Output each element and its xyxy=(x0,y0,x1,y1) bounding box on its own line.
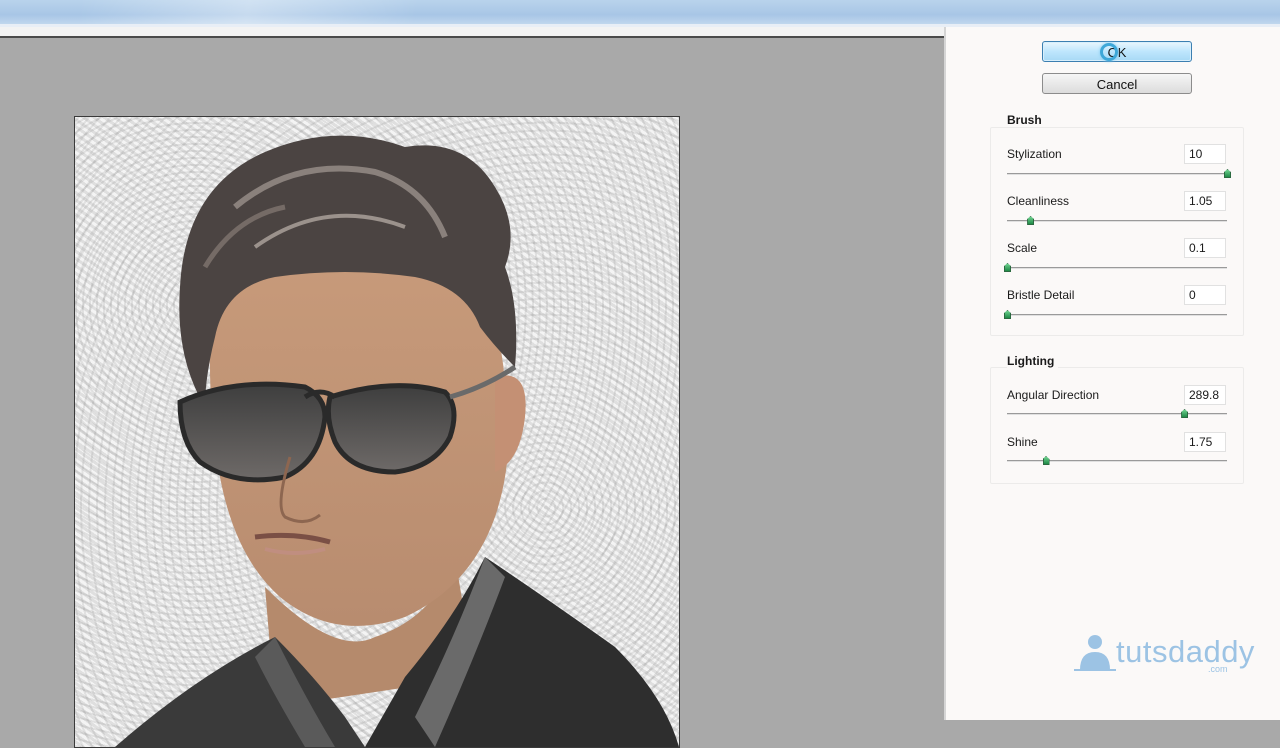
scale-value-field[interactable]: 0.1 xyxy=(1184,238,1226,258)
preview-area[interactable] xyxy=(0,38,944,748)
shine-value-field[interactable]: 1.75 xyxy=(1184,432,1226,452)
dialog-top-frame xyxy=(0,27,948,38)
oil-paint-preview-image[interactable] xyxy=(74,116,680,748)
person-logo-icon xyxy=(1074,635,1116,671)
portrait-illustration xyxy=(115,135,679,747)
logo-suffix-text: .com xyxy=(1208,664,1228,674)
angular-direction-value-field[interactable]: 289.8 xyxy=(1184,385,1226,405)
cleanliness-slider-track[interactable] xyxy=(1007,216,1227,225)
filter-settings-panel: OK Cancel Brush Stylization 10 Cleanline… xyxy=(946,27,1280,720)
stylization-slider-track[interactable] xyxy=(1007,169,1231,178)
lighting-group-title: Lighting xyxy=(1007,354,1059,368)
bristle-detail-slider-track[interactable] xyxy=(1004,310,1227,319)
cleanliness-value-field[interactable]: 1.05 xyxy=(1184,191,1226,211)
cleanliness-label: Cleanliness xyxy=(1007,194,1070,208)
busy-cursor-icon xyxy=(1100,43,1118,61)
cancel-button[interactable]: Cancel xyxy=(1042,73,1192,94)
window-title-bar xyxy=(0,0,1280,27)
angular-direction-slider-track[interactable] xyxy=(1007,409,1227,418)
logo-brand-text: tutsdaddy xyxy=(1116,634,1255,669)
angular-direction-label: Angular Direction xyxy=(1007,388,1100,402)
scale-slider-track[interactable] xyxy=(1004,263,1227,272)
bristle-detail-value-field[interactable]: 0 xyxy=(1184,285,1226,305)
brush-group-title: Brush xyxy=(1007,113,1046,127)
tutsdaddy-logo: tutsdaddy .com xyxy=(1074,632,1264,674)
scale-label: Scale xyxy=(1007,241,1038,255)
stylization-label: Stylization xyxy=(1007,147,1062,161)
stylization-value-field[interactable]: 10 xyxy=(1184,144,1226,164)
shine-label: Shine xyxy=(1007,435,1038,449)
bristle-detail-label: Bristle Detail xyxy=(1007,288,1075,302)
shine-slider-track[interactable] xyxy=(1007,456,1227,465)
